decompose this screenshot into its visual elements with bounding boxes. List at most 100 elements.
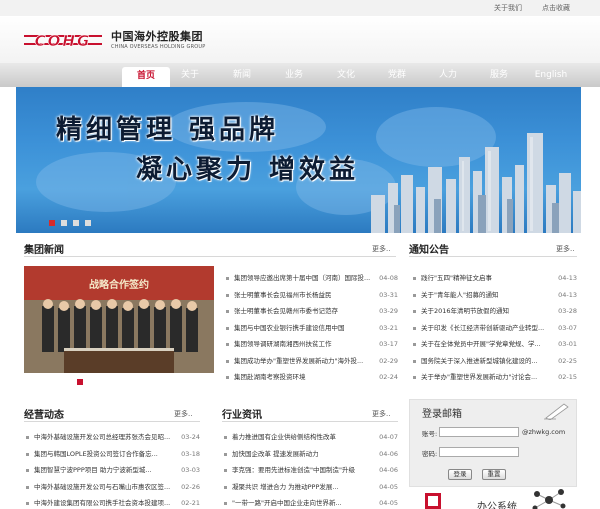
company-name-cn: 中国海外控股集团	[111, 30, 203, 43]
notices-list: 践行"五四"精神征文启事 04-13 关于"青年能人"招募的通知 04-13 关于2…	[413, 270, 577, 386]
bullet-icon	[226, 343, 229, 346]
operations-rule	[24, 421, 200, 422]
login-title: 登录邮箱	[422, 409, 462, 420]
bullet-icon	[26, 485, 29, 489]
office-system-entry[interactable]: 办公系统	[409, 488, 577, 509]
group-news-title: 集团新闻	[24, 245, 64, 256]
bullet-icon	[413, 326, 416, 330]
banner-dot-4[interactable]	[85, 220, 91, 226]
list-item[interactable]: 加快国企改革 提速发展新动力 04-06	[224, 446, 398, 463]
industry-title: 行业资讯	[222, 410, 262, 421]
bullet-icon	[26, 469, 29, 472]
account-input[interactable]	[439, 427, 519, 437]
list-item[interactable]: 集团领导应邀出席第十届中国（河南）国际投... 04-08	[226, 270, 398, 287]
account-label: 账号:	[422, 430, 438, 438]
signing-ceremony-photo-icon: 战略合作签约	[24, 266, 214, 373]
site-header: COHG 中国海外控股集团 CHINA OVERSEAS HOLDING GRO…	[0, 16, 600, 63]
nav-item-news[interactable]: 新闻	[218, 63, 266, 87]
office-system-label: 办公系统	[477, 502, 517, 509]
notices-rule	[409, 256, 577, 257]
cohg-logo-icon[interactable]: COHG	[24, 32, 102, 48]
operations-title: 经营动态	[24, 410, 64, 421]
list-item[interactable]: 李克强：要用先进标准创造"中国制造"升级 04-06	[224, 462, 398, 479]
network-molecule-icon	[532, 489, 566, 509]
login-button[interactable]: 登录	[448, 469, 472, 480]
bullet-icon	[26, 502, 29, 505]
list-item[interactable]: 关于"青年能人"招募的通知 04-13	[413, 287, 577, 304]
bullet-icon	[226, 326, 229, 330]
bullet-icon	[224, 469, 227, 472]
nav-item-home[interactable]: 首页	[122, 67, 170, 87]
list-item[interactable]: 关于在全体党员中开展"学党章党规、学... 03-01	[413, 336, 577, 353]
list-item[interactable]: 张士明董事长会见赣州市委书记范存 03-29	[226, 303, 398, 320]
hero-banner[interactable]: 精细管理 强品牌 凝心聚力 增效益	[16, 87, 581, 233]
photo-banner-text: 战略合作签约	[89, 278, 149, 291]
group-news-list: 集团领导应邀出席第十届中国（河南）国际投... 04-08 张士明董事长会见福州市…	[226, 270, 398, 386]
about-us-link[interactable]: 关于我们	[494, 3, 522, 13]
industry-rule	[222, 421, 398, 422]
bullet-icon	[413, 376, 416, 379]
email-login-box: 登录邮箱 账号: @zhwkg.com 密码: 登录 重置	[409, 399, 577, 487]
bullet-icon	[226, 359, 229, 363]
password-input[interactable]	[439, 447, 519, 457]
group-news-rule	[24, 256, 396, 257]
top-utility-bar: 关于我们 点击收藏	[0, 0, 600, 16]
add-favorite-link[interactable]: 点击收藏	[542, 3, 570, 13]
email-domain: @zhwkg.com	[522, 428, 566, 436]
list-item[interactable]: 集团智慧宁波PPP项目 助力宁波新型城... 03-03	[26, 462, 200, 479]
nav-item-english[interactable]: English	[527, 63, 575, 87]
bullet-icon	[224, 452, 227, 456]
list-item[interactable]: 关于印发《长江经济带创新驱动产业转型... 03-07	[413, 320, 577, 337]
list-item[interactable]: "一带一路"开启中国企业走向世界新... 04-05	[224, 495, 398, 509]
banner-slogan-1: 精细管理 强品牌	[56, 115, 280, 145]
list-item[interactable]: 中海外基础设施开发公司与石嘴山市惠农区签... 02-26	[26, 479, 200, 496]
pen-icon	[544, 403, 569, 420]
bullet-icon	[224, 502, 227, 505]
list-item[interactable]: 凝聚共识 增进合力 为推动PPP发展... 04-05	[224, 479, 398, 496]
bullet-icon	[413, 277, 416, 280]
list-item[interactable]: 集团领导调研湖南湘西州扶贫工作 03-17	[226, 336, 398, 353]
list-item[interactable]: 关于2016年清明节放假的通知 03-28	[413, 303, 577, 320]
logo-mark-text: COHG	[35, 32, 92, 48]
list-item[interactable]: 集团成功举办"重塑世界发展新动力"海外投... 02-29	[226, 353, 398, 370]
list-item[interactable]: 着力推进国有企业供给侧结构性改革 04-07	[224, 429, 398, 446]
banner-dot-2[interactable]	[61, 220, 67, 226]
bullet-icon	[413, 359, 416, 363]
nav-item-service[interactable]: 服务	[475, 63, 523, 87]
nav-item-culture[interactable]: 文化	[322, 63, 370, 87]
banner-slogan-2: 凝心聚力 增效益	[136, 155, 360, 185]
list-item[interactable]: 中海外基础设施开发公司总经理苏张杰会见昭... 03-24	[26, 429, 200, 446]
list-item[interactable]: 集团赴湖南考察投资环境 02-24	[226, 369, 398, 386]
photo-pagination-dot[interactable]	[77, 379, 83, 385]
list-item[interactable]: 张士明董事长会见福州市长杨益民 03-31	[226, 287, 398, 304]
list-item[interactable]: 践行"五四"精神征文启事 04-13	[413, 270, 577, 287]
bullet-icon	[224, 436, 227, 439]
notices-more-link[interactable]: 更多..	[556, 244, 574, 254]
operations-more-link[interactable]: 更多..	[174, 409, 192, 419]
main-nav: 首页 关于 新闻 业务 文化 党群 人力 服务 English	[0, 63, 600, 87]
reset-button[interactable]: 重置	[482, 469, 506, 480]
bullet-icon	[226, 277, 229, 280]
bullet-icon	[413, 293, 416, 297]
bullet-icon	[413, 310, 416, 313]
list-item[interactable]: 关于举办"重塑世界发展新动力"讨论会... 02-15	[413, 369, 577, 386]
nav-item-hr[interactable]: 人力	[424, 63, 472, 87]
industry-more-link[interactable]: 更多..	[372, 409, 390, 419]
banner-dot-1[interactable]	[49, 220, 55, 226]
password-label: 密码:	[422, 450, 438, 458]
group-news-more-link[interactable]: 更多..	[372, 244, 390, 254]
nav-item-party[interactable]: 党群	[373, 63, 421, 87]
list-item[interactable]: 中海外建设集团有限公司携手社会资本投建项... 02-21	[26, 495, 200, 509]
list-item[interactable]: 集团与中国农业银行携手建设信用中国 03-21	[226, 320, 398, 337]
office-system-icon	[425, 493, 441, 509]
banner-dot-3[interactable]	[73, 220, 79, 226]
news-photo[interactable]: 战略合作签约	[24, 266, 214, 373]
nav-item-business[interactable]: 业务	[270, 63, 318, 87]
bullet-icon	[226, 310, 229, 313]
list-item[interactable]: 国务院关于深入推进新型城镇化建设的... 02-25	[413, 353, 577, 370]
nav-item-about[interactable]: 关于	[166, 63, 214, 87]
notices-title: 通知公告	[409, 245, 449, 256]
bullet-icon	[226, 376, 229, 379]
bullet-icon	[26, 436, 29, 439]
list-item[interactable]: 集团与韩国LOPLE投资公司签订合作备忘... 03-18	[26, 446, 200, 463]
